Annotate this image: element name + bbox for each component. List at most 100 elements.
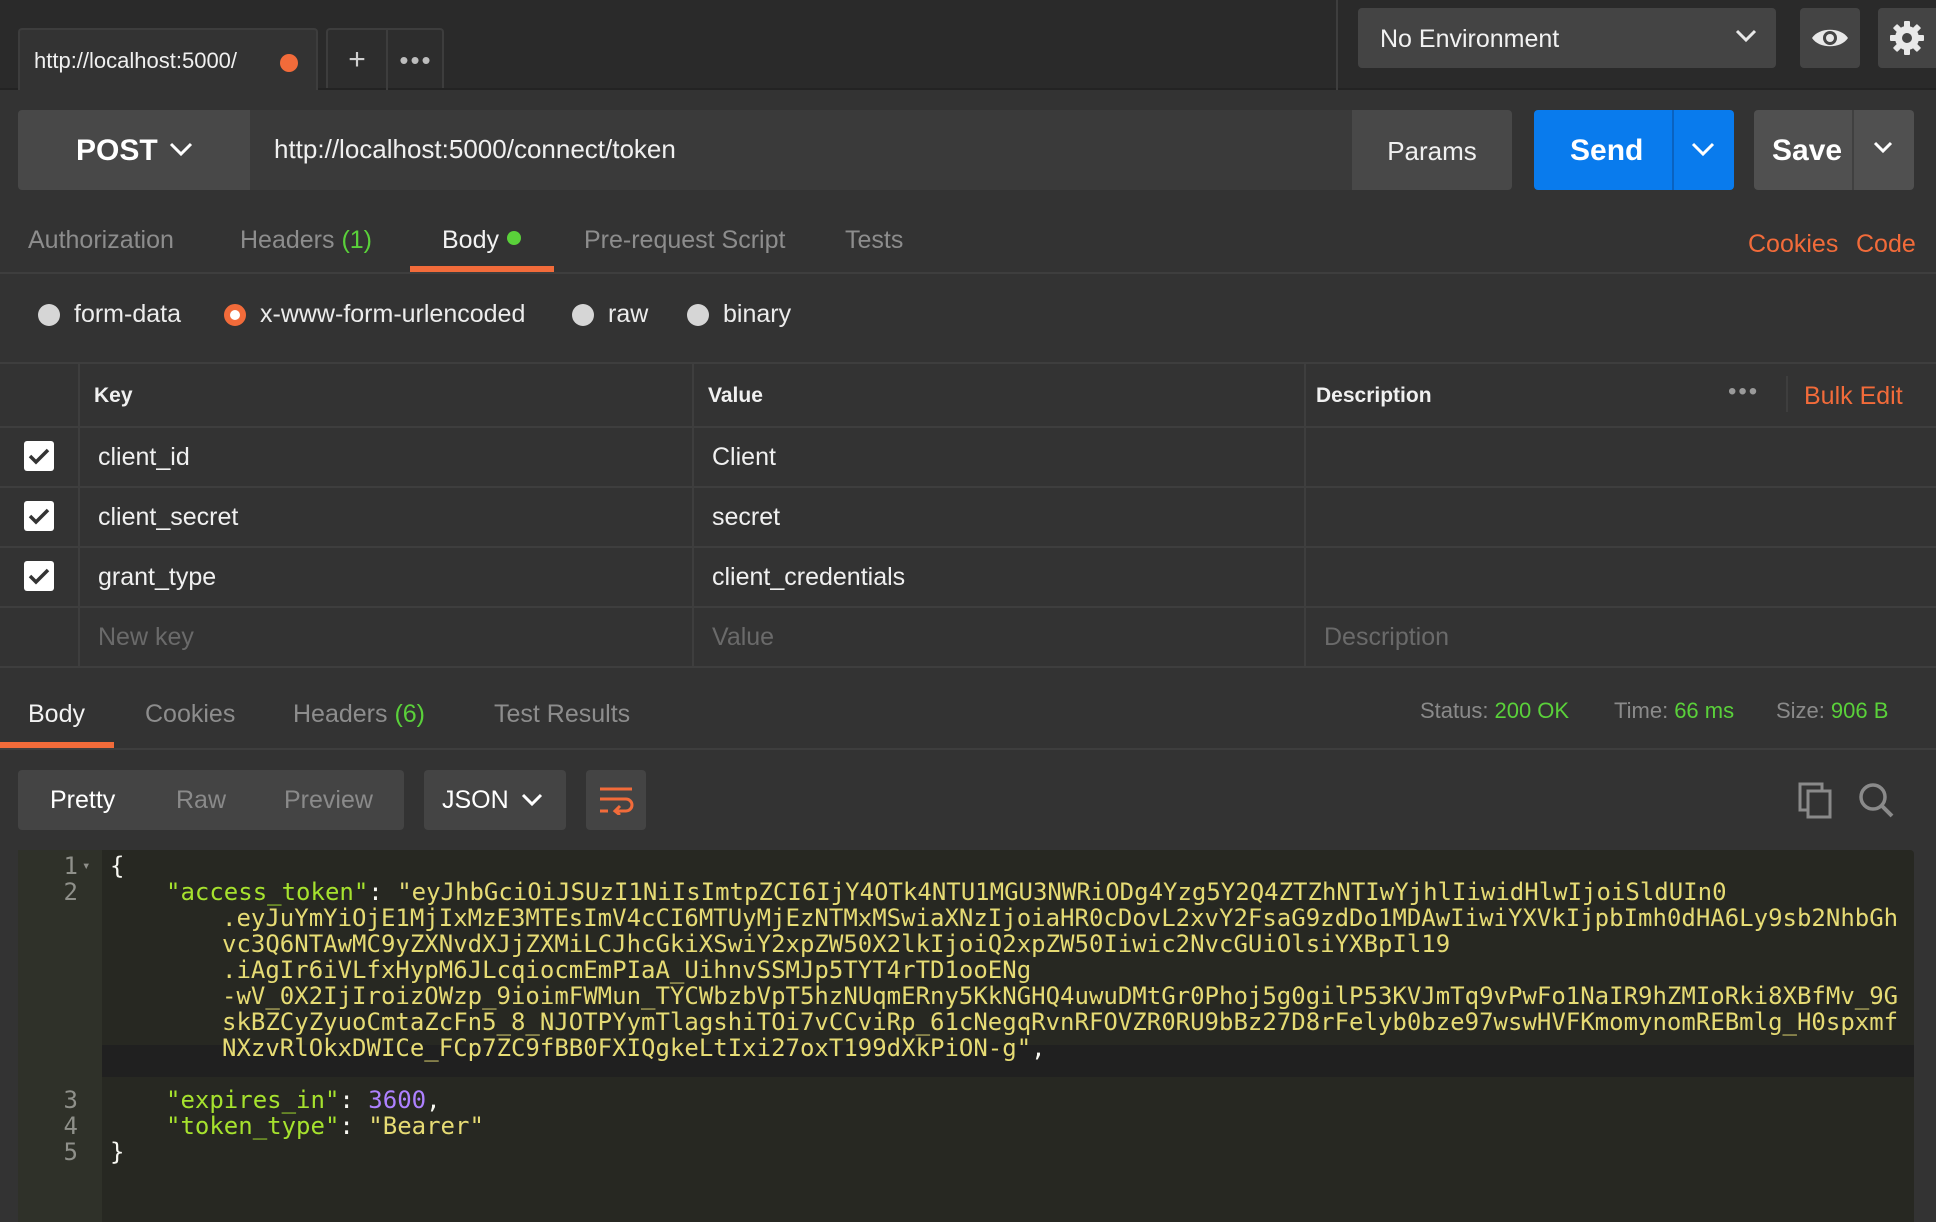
json-value-token-part: skBZCyZyuoCmtaZcFn5_8_NJOTPYymTlagshiTOi… bbox=[222, 1008, 1899, 1036]
column-options-more-icon[interactable]: ••• bbox=[1728, 378, 1759, 406]
json-value-token-part: -wV_0X2IjIroizOWzp_9ioimFWMun_TYCWbzbVpT… bbox=[222, 982, 1899, 1010]
save-label: Save bbox=[1772, 134, 1843, 167]
new-description-input[interactable]: Description bbox=[1306, 606, 1936, 666]
tab-headers[interactable]: Headers (1) bbox=[240, 226, 372, 255]
row-value-cell[interactable]: secret bbox=[694, 486, 1306, 546]
response-view-toggle: Pretty Raw Preview bbox=[18, 770, 404, 830]
row-key-cell[interactable]: grant_type bbox=[80, 546, 694, 606]
request-tab[interactable]: http://localhost:5000/ bbox=[18, 28, 318, 90]
top-divider bbox=[1336, 0, 1338, 90]
row-value: client_credentials bbox=[712, 563, 906, 591]
line-number: 3 bbox=[63, 1086, 78, 1114]
send-options-chevron-down-icon[interactable] bbox=[1690, 140, 1716, 158]
tab-headers-count: (1) bbox=[341, 226, 373, 254]
radio-raw[interactable]: raw bbox=[572, 300, 648, 329]
code-link[interactable]: Code bbox=[1856, 230, 1916, 259]
view-pretty-button[interactable]: Pretty bbox=[50, 786, 115, 815]
json-value-expires-in: 3600 bbox=[368, 1086, 427, 1114]
table-row: grant_type client_credentials bbox=[0, 546, 1936, 608]
tab-authorization[interactable]: Authorization bbox=[28, 226, 174, 255]
line-number: 2 bbox=[63, 878, 78, 906]
params-table: Key Value Description ••• Bulk Edit clie… bbox=[0, 362, 1936, 668]
row-value-cell[interactable]: client_credentials bbox=[694, 546, 1306, 606]
status-label: Status: bbox=[1420, 698, 1489, 723]
chevron-down-icon bbox=[169, 142, 193, 157]
active-tab-underline bbox=[410, 266, 554, 272]
new-value-placeholder: Value bbox=[712, 623, 775, 651]
header-description: Description bbox=[1316, 384, 1432, 407]
tab-more-icon[interactable]: ••• bbox=[388, 30, 444, 90]
radio-binary[interactable]: binary bbox=[687, 300, 791, 329]
row-key-cell[interactable]: client_secret bbox=[80, 486, 694, 546]
size-value: 906 B bbox=[1830, 698, 1889, 723]
row-key: client_id bbox=[98, 443, 190, 471]
row-key: client_secret bbox=[98, 503, 239, 531]
new-key-input[interactable]: New key bbox=[80, 606, 694, 666]
json-value-token-part: NXzvRlOkxDWICe_FCp7ZC9fBB0FXIQgkeLtIxi27… bbox=[222, 1034, 1032, 1062]
bulk-edit-link[interactable]: Bulk Edit bbox=[1804, 382, 1903, 411]
table-header-row: Key Value Description ••• Bulk Edit bbox=[0, 364, 1936, 428]
header-key: Key bbox=[94, 384, 133, 407]
send-button[interactable]: Send bbox=[1534, 110, 1734, 190]
save-options-chevron-down-icon[interactable] bbox=[1872, 140, 1894, 156]
row-checkbox[interactable] bbox=[24, 501, 54, 531]
radio-form-data[interactable]: form-data bbox=[38, 300, 181, 329]
row-key: grant_type bbox=[98, 563, 217, 591]
tab-body[interactable]: Body bbox=[442, 226, 521, 255]
url-input[interactable]: http://localhost:5000/connect/token bbox=[250, 110, 1350, 190]
format-select[interactable]: JSON bbox=[424, 770, 566, 830]
response-headers-count: (6) bbox=[394, 700, 426, 728]
params-label: Params bbox=[1387, 136, 1477, 166]
row-description-cell[interactable] bbox=[1306, 426, 1936, 486]
header-description-cell: Description ••• Bulk Edit bbox=[1306, 364, 1936, 426]
environment-select[interactable]: No Environment bbox=[1358, 8, 1776, 68]
response-tab-cookies[interactable]: Cookies bbox=[145, 700, 235, 729]
row-check-cell bbox=[0, 426, 80, 486]
json-value-token-part: .iAgIr6iVLfxHypM6JLcqiocmEmPIaA_UihnvSSM… bbox=[222, 956, 1032, 984]
row-checkbox[interactable] bbox=[24, 441, 54, 471]
json-value-token-type: "Bearer" bbox=[368, 1112, 484, 1140]
tab-tests[interactable]: Tests bbox=[845, 226, 903, 255]
row-key-cell[interactable]: client_id bbox=[80, 426, 694, 486]
json-line-token-type: "token_type": "Bearer" bbox=[166, 1112, 484, 1140]
json-close-brace: } bbox=[110, 1138, 125, 1166]
row-value: secret bbox=[712, 503, 781, 531]
method-select[interactable]: POST bbox=[18, 110, 250, 190]
size-readout: Size: 906 B bbox=[1776, 698, 1888, 724]
response-tab-body[interactable]: Body bbox=[28, 700, 85, 729]
radio-urlencoded[interactable]: x-www-form-urlencoded bbox=[224, 300, 525, 329]
line-number: 1 bbox=[63, 852, 78, 880]
checkmark-icon bbox=[28, 568, 50, 585]
table-row: client_id Client bbox=[0, 426, 1936, 488]
fold-arrow-icon[interactable]: ▾ bbox=[82, 858, 90, 874]
new-tab-plus-icon[interactable]: + bbox=[328, 30, 388, 90]
wrap-lines-icon[interactable] bbox=[586, 770, 646, 830]
environment-quick-look-eye-icon[interactable] bbox=[1800, 8, 1860, 68]
row-description-cell[interactable] bbox=[1306, 486, 1936, 546]
row-check-cell bbox=[0, 486, 80, 546]
json-value-token-part: .eyJuYmYiOjE1MjIxMzE3MTEsImV4cCI6MTUyMjE… bbox=[222, 904, 1899, 932]
tab-actions: + ••• bbox=[326, 28, 444, 90]
row-description-cell[interactable] bbox=[1306, 546, 1936, 606]
chevron-down-icon bbox=[521, 793, 543, 807]
view-raw-button[interactable]: Raw bbox=[176, 786, 226, 815]
view-preview-button[interactable]: Preview bbox=[284, 786, 373, 815]
tab-prerequest-script[interactable]: Pre-request Script bbox=[584, 226, 785, 255]
response-tab-test-results[interactable]: Test Results bbox=[494, 700, 630, 729]
response-tab-headers[interactable]: Headers (6) bbox=[293, 700, 425, 729]
response-body-editor[interactable]: 1 ▾ 2 3 4 5 { "access_token": "eyJhbGciO… bbox=[18, 850, 1914, 1222]
params-button[interactable]: Params bbox=[1350, 110, 1512, 190]
row-checkbox[interactable] bbox=[24, 561, 54, 591]
radio-form-data-label: form-data bbox=[74, 300, 181, 328]
copy-icon[interactable] bbox=[1796, 780, 1836, 820]
save-button[interactable]: Save bbox=[1754, 110, 1914, 190]
response-tabs: Body Cookies Headers (6) Test Results St… bbox=[0, 680, 1936, 750]
radio-urlencoded-label: x-www-form-urlencoded bbox=[260, 300, 526, 328]
search-icon[interactable] bbox=[1856, 780, 1896, 820]
cookies-link[interactable]: Cookies bbox=[1748, 230, 1838, 259]
header-key-cell: Key bbox=[80, 364, 694, 426]
chevron-down-icon bbox=[1735, 29, 1757, 43]
manage-environments-gear-icon[interactable] bbox=[1878, 8, 1936, 68]
new-value-input[interactable]: Value bbox=[694, 606, 1306, 666]
row-value-cell[interactable]: Client bbox=[694, 426, 1306, 486]
